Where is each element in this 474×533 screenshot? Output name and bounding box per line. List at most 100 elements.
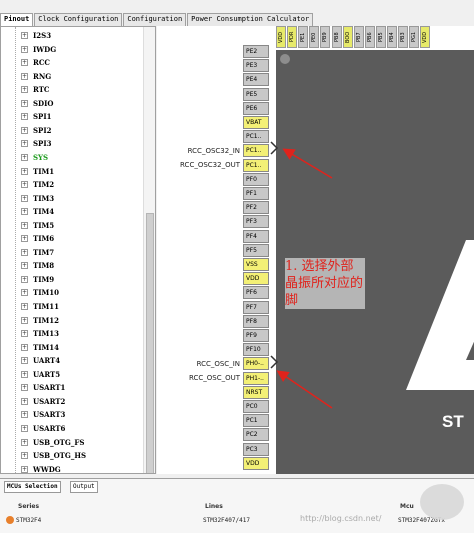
tree-item-tim8[interactable]: + TIM8	[21, 259, 54, 272]
tree-item-label: TIM4	[33, 207, 55, 217]
tree-item-wwdg[interactable]: + WWDG	[21, 463, 61, 474]
tree-connector-line	[15, 27, 16, 473]
tree-item-label: TIM9	[33, 274, 55, 284]
tab-mcus-selection[interactable]: MCUs Selection	[4, 481, 61, 493]
column-header-lines[interactable]: Lines	[205, 503, 223, 510]
expand-icon[interactable]: +	[21, 424, 28, 432]
tree-scrollbar[interactable]	[143, 27, 155, 473]
expand-icon[interactable]: +	[21, 370, 28, 378]
expand-icon[interactable]: +	[21, 45, 28, 53]
expand-icon[interactable]: +	[21, 357, 28, 365]
row-lines[interactable]: STM32F407/417	[203, 517, 250, 524]
expand-icon[interactable]: +	[21, 32, 28, 39]
tree-item-label: TIM1	[33, 166, 55, 176]
tree-item-spi1[interactable]: + SPI1	[21, 110, 51, 123]
tree-item-tim13[interactable]: + TIM13	[21, 327, 59, 340]
expand-icon[interactable]: +	[21, 59, 28, 67]
expand-icon[interactable]: +	[21, 438, 28, 446]
expand-icon[interactable]: +	[21, 113, 28, 121]
tree-item-tim14[interactable]: + TIM14	[21, 341, 59, 354]
tree-item-label: USB_OTG_FS	[33, 437, 85, 447]
tree-item-label: TIM11	[33, 302, 59, 311]
expand-icon[interactable]: +	[21, 153, 28, 161]
expand-icon[interactable]: +	[21, 465, 28, 473]
tree-item-tim4[interactable]: + TIM4	[21, 205, 54, 218]
expand-icon[interactable]: +	[21, 330, 28, 338]
tree-item-spi2[interactable]: + SPI2	[21, 124, 51, 137]
peripheral-tree: + I2S3 + IWDG + RCC + RNG + RTC + SDIO + SPI1 + SPI2 + SP…	[0, 26, 156, 474]
tree-item-rcc[interactable]: + RCC	[21, 56, 50, 69]
expand-icon[interactable]: +	[21, 235, 28, 243]
tree-item-label: RCC	[33, 58, 50, 68]
tree-item-usart3[interactable]: + USART3	[21, 408, 65, 421]
expand-icon[interactable]: +	[21, 221, 28, 229]
tab-pinout[interactable]: Pinout	[0, 13, 34, 26]
tree-item-label: USART2	[33, 396, 66, 406]
tree-item-usart1[interactable]: + USART1	[21, 381, 65, 394]
tree-item-label: TIM13	[33, 329, 59, 339]
expand-icon[interactable]: +	[21, 181, 28, 189]
tree-item-iwdg[interactable]: + IWDG	[21, 43, 56, 56]
expand-icon[interactable]: +	[21, 316, 28, 324]
expand-icon[interactable]: +	[21, 262, 28, 270]
expand-icon[interactable]: +	[21, 126, 28, 134]
tree-item-tim3[interactable]: + TIM3	[21, 192, 54, 205]
tree-item-rtc[interactable]: + RTC	[21, 83, 49, 96]
tree-item-usart6[interactable]: + USART6	[21, 422, 65, 435]
tree-item-rng[interactable]: + RNG	[21, 70, 51, 83]
tree-item-usb_otg_hs[interactable]: + USB_OTG_HS	[21, 449, 86, 462]
expand-icon[interactable]: +	[21, 397, 28, 405]
tree-item-uart4[interactable]: + UART4	[21, 354, 60, 367]
tree-item-tim1[interactable]: + TIM1	[21, 165, 54, 178]
expand-icon[interactable]: +	[21, 343, 28, 351]
tree-item-sys[interactable]: + SYS	[21, 151, 48, 164]
expand-icon[interactable]: +	[21, 411, 28, 419]
tree-item-tim12[interactable]: + TIM12	[21, 314, 59, 327]
tree-item-i2s3[interactable]: + I2S3	[21, 29, 51, 42]
expand-icon[interactable]: +	[21, 248, 28, 256]
tree-item-label: USART1	[33, 383, 66, 393]
expand-icon[interactable]: +	[21, 167, 28, 175]
tree-item-sdio[interactable]: + SDIO	[21, 97, 54, 110]
tree-item-tim7[interactable]: + TIM7	[21, 246, 54, 259]
tree-item-uart5[interactable]: + UART5	[21, 368, 60, 381]
expand-icon[interactable]: +	[21, 384, 28, 392]
tab-clock-configuration[interactable]: Clock Configuration	[34, 13, 123, 26]
expand-icon[interactable]: +	[21, 275, 28, 283]
expand-icon[interactable]: +	[21, 72, 28, 80]
tree-item-spi3[interactable]: + SPI3	[21, 137, 51, 150]
tree-item-label: IWDG	[33, 44, 57, 54]
tree-item-label: TIM8	[33, 261, 55, 271]
chip-pinout-view: VDD PDR PE1 PE0 PB9 PB8 BOO PB7 PB6 PB5 PB4 PB3 PG1 V…	[157, 26, 474, 474]
expand-icon[interactable]: +	[21, 303, 28, 310]
tree-item-tim6[interactable]: + TIM6	[21, 232, 54, 245]
column-header-series[interactable]: Series	[18, 503, 39, 510]
tree-item-tim2[interactable]: + TIM2	[21, 178, 54, 191]
expand-icon[interactable]: +	[21, 194, 28, 202]
tree-scrollbar-thumb[interactable]	[146, 213, 154, 473]
expand-icon[interactable]: +	[21, 140, 28, 148]
tree-item-label: WWDG	[33, 464, 61, 474]
bottom-panel: MCUs Selection Output Series Lines Mcu S…	[0, 478, 474, 533]
tree-item-tim10[interactable]: + TIM10	[21, 286, 59, 299]
expand-icon[interactable]: +	[21, 208, 28, 216]
tree-item-label: UART5	[33, 369, 61, 379]
tree-item-label: USB_OTG_HS	[33, 451, 87, 461]
tree-item-tim9[interactable]: + TIM9	[21, 273, 54, 286]
column-header-mcu[interactable]: Mcu	[400, 503, 414, 510]
tree-item-label: TIM7	[33, 247, 55, 257]
tree-item-usb_otg_fs[interactable]: + USB_OTG_FS	[21, 436, 84, 449]
tree-item-tim5[interactable]: + TIM5	[21, 219, 54, 232]
expand-icon[interactable]: +	[21, 289, 28, 297]
tab-configuration[interactable]: Configuration	[123, 13, 187, 26]
row-series[interactable]: STM32F4	[16, 517, 41, 524]
tab-power-consumption[interactable]: Power Consumption Calculator	[187, 13, 314, 26]
tree-item-label: SYS	[33, 152, 49, 162]
expand-icon[interactable]: +	[21, 99, 28, 107]
tree-item-tim11[interactable]: + TIM11	[21, 300, 59, 313]
tab-output[interactable]: Output	[70, 481, 98, 493]
expand-icon[interactable]: +	[21, 86, 28, 94]
tree-item-usart2[interactable]: + USART2	[21, 395, 65, 408]
tree-item-label: TIM2	[33, 180, 55, 190]
expand-icon[interactable]: +	[21, 452, 28, 460]
